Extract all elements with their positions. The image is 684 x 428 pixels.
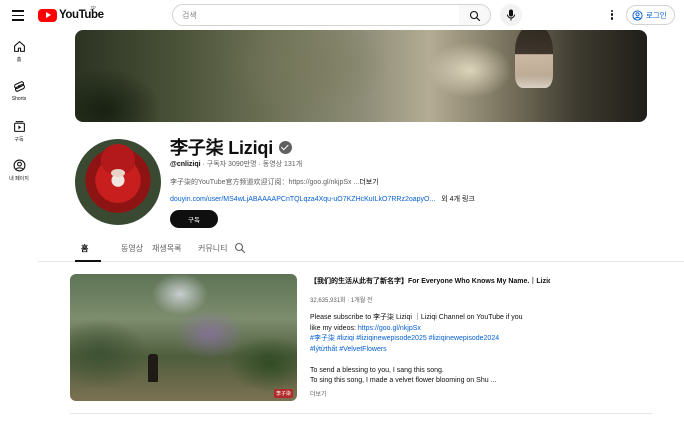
search-input[interactable] <box>173 5 459 26</box>
account-circle-icon <box>632 9 643 21</box>
guide-item-shorts[interactable]: Shorts <box>0 80 38 102</box>
featured-video-views: 32,635,931회 <box>310 298 346 304</box>
search-icon <box>469 10 481 22</box>
description-line-text: like my videos: <box>310 324 358 332</box>
description-line: To send a blessing to you, I sang this s… <box>310 366 444 374</box>
channel-title-row: 李子柒 Liziqi <box>170 134 292 160</box>
channel-avatar <box>75 139 161 225</box>
guide-label-home: 홈 <box>16 57 22 63</box>
description-line: like my videos: https://goo.gl/nkjpSx <box>310 324 550 335</box>
featured-video-description: Please subscribe to 李子柒 Liziqi ｜Liziqi C… <box>310 313 550 387</box>
channel-description-text: 李子柒的YouTube官方频道欢迎订阅：https://goo.gl/nkjpS… <box>170 179 360 186</box>
verified-badge-icon <box>279 140 292 154</box>
description-link[interactable]: https://goo.gl/nkjpSx <box>358 325 421 332</box>
tab-videos[interactable]: 동영상 <box>121 243 143 254</box>
microphone-icon <box>507 9 515 21</box>
guide-item-subscriptions[interactable]: 구독 <box>0 120 38 143</box>
you-icon <box>13 159 25 172</box>
featured-video-age: 1개월 전 <box>350 298 373 304</box>
description-line: Please subscribe to 李子柒 Liziqi ｜Liziqi C… <box>310 314 523 321</box>
description-blank-line <box>310 355 550 366</box>
guide-item-home[interactable]: 홈 <box>0 40 38 63</box>
active-tab-indicator <box>75 260 101 262</box>
guide-label-subscriptions: 구독 <box>14 137 24 143</box>
featured-video-thumbnail[interactable]: 李子柒 <box>70 274 297 401</box>
logo-text: YouTube <box>59 9 104 21</box>
youtube-logo[interactable]: YouTube JP <box>38 6 104 22</box>
voice-search-button[interactable] <box>500 4 522 26</box>
channel-description[interactable]: 李子柒的YouTube官方频道欢迎订阅：https://goo.gl/nkjpS… <box>170 177 379 187</box>
guide-label-you: 내 페이지 <box>9 176 29 182</box>
subscribe-label: 구독 <box>188 217 200 224</box>
youtube-play-icon <box>38 8 57 22</box>
channel-tabs: 홈 동영상 재생목록 커뮤니티 <box>38 236 684 262</box>
masthead: YouTube JP 로그인 <box>0 0 684 32</box>
thumbnail-watermark: 李子柒 <box>273 389 293 398</box>
thumbnail-figure <box>148 354 158 382</box>
description-hashtags[interactable]: #李子柒 #liziqi #liziqinewepisode2025 #lizi… <box>310 334 550 345</box>
channel-handle: @cnliziqi <box>170 161 201 168</box>
tab-playlists[interactable]: 재생목록 <box>152 243 181 254</box>
search-box <box>172 4 460 26</box>
description-more[interactable]: 더보기 <box>359 179 378 186</box>
channel-search-icon[interactable] <box>234 242 246 254</box>
search-button[interactable] <box>459 4 491 26</box>
banner-figure <box>515 30 553 88</box>
tab-home[interactable]: 홈 <box>81 243 88 254</box>
description-hashtags[interactable]: #lýtửthất #VelvetFlowers <box>310 345 550 356</box>
featured-video-more[interactable]: 더보기 <box>310 389 327 398</box>
menu-icon[interactable] <box>12 9 26 21</box>
channel-name: 李子柒 Liziqi <box>170 138 273 158</box>
channel-meta: @cnliziqi · 구독자 3090만명 · 동영상 131개 <box>170 159 302 169</box>
description-line: To sing this song, I made a velvet flowe… <box>310 377 497 384</box>
logo-region: JP <box>90 6 96 12</box>
channel-primary-link[interactable]: douyin.com/user/MS4wLjABAAAAPCnTQLqza4Xq… <box>170 196 435 203</box>
tab-community[interactable]: 커뮤니티 <box>198 243 227 254</box>
home-icon <box>13 41 25 52</box>
channel-videos-count: 동영상 131개 <box>262 161 303 168</box>
guide-item-you[interactable]: 내 페이지 <box>0 159 38 182</box>
channel-links: douyin.com/user/MS4wLjABAAAAPCnTQLqza4Xq… <box>170 194 475 204</box>
subscribe-button[interactable]: 구독 <box>170 210 218 228</box>
section-divider <box>70 413 652 414</box>
subscriptions-icon <box>13 121 25 132</box>
channel-more-links[interactable]: 외 4개 링크 <box>441 196 475 203</box>
settings-more-icon[interactable] <box>608 8 616 22</box>
sign-in-label: 로그인 <box>646 10 667 20</box>
featured-video-meta: 32,635,931회 · 1개월 전 <box>310 295 372 304</box>
channel-banner <box>75 30 647 122</box>
guide-label-shorts: Shorts <box>11 96 27 102</box>
channel-subscribers: 구독자 3090만명 <box>206 161 257 168</box>
shorts-icon <box>13 81 25 92</box>
sign-in-button[interactable]: 로그인 <box>626 5 675 25</box>
featured-video-title[interactable]: 【我们的生活从此有了新名字】For Everyone Who Knows My … <box>310 276 550 286</box>
